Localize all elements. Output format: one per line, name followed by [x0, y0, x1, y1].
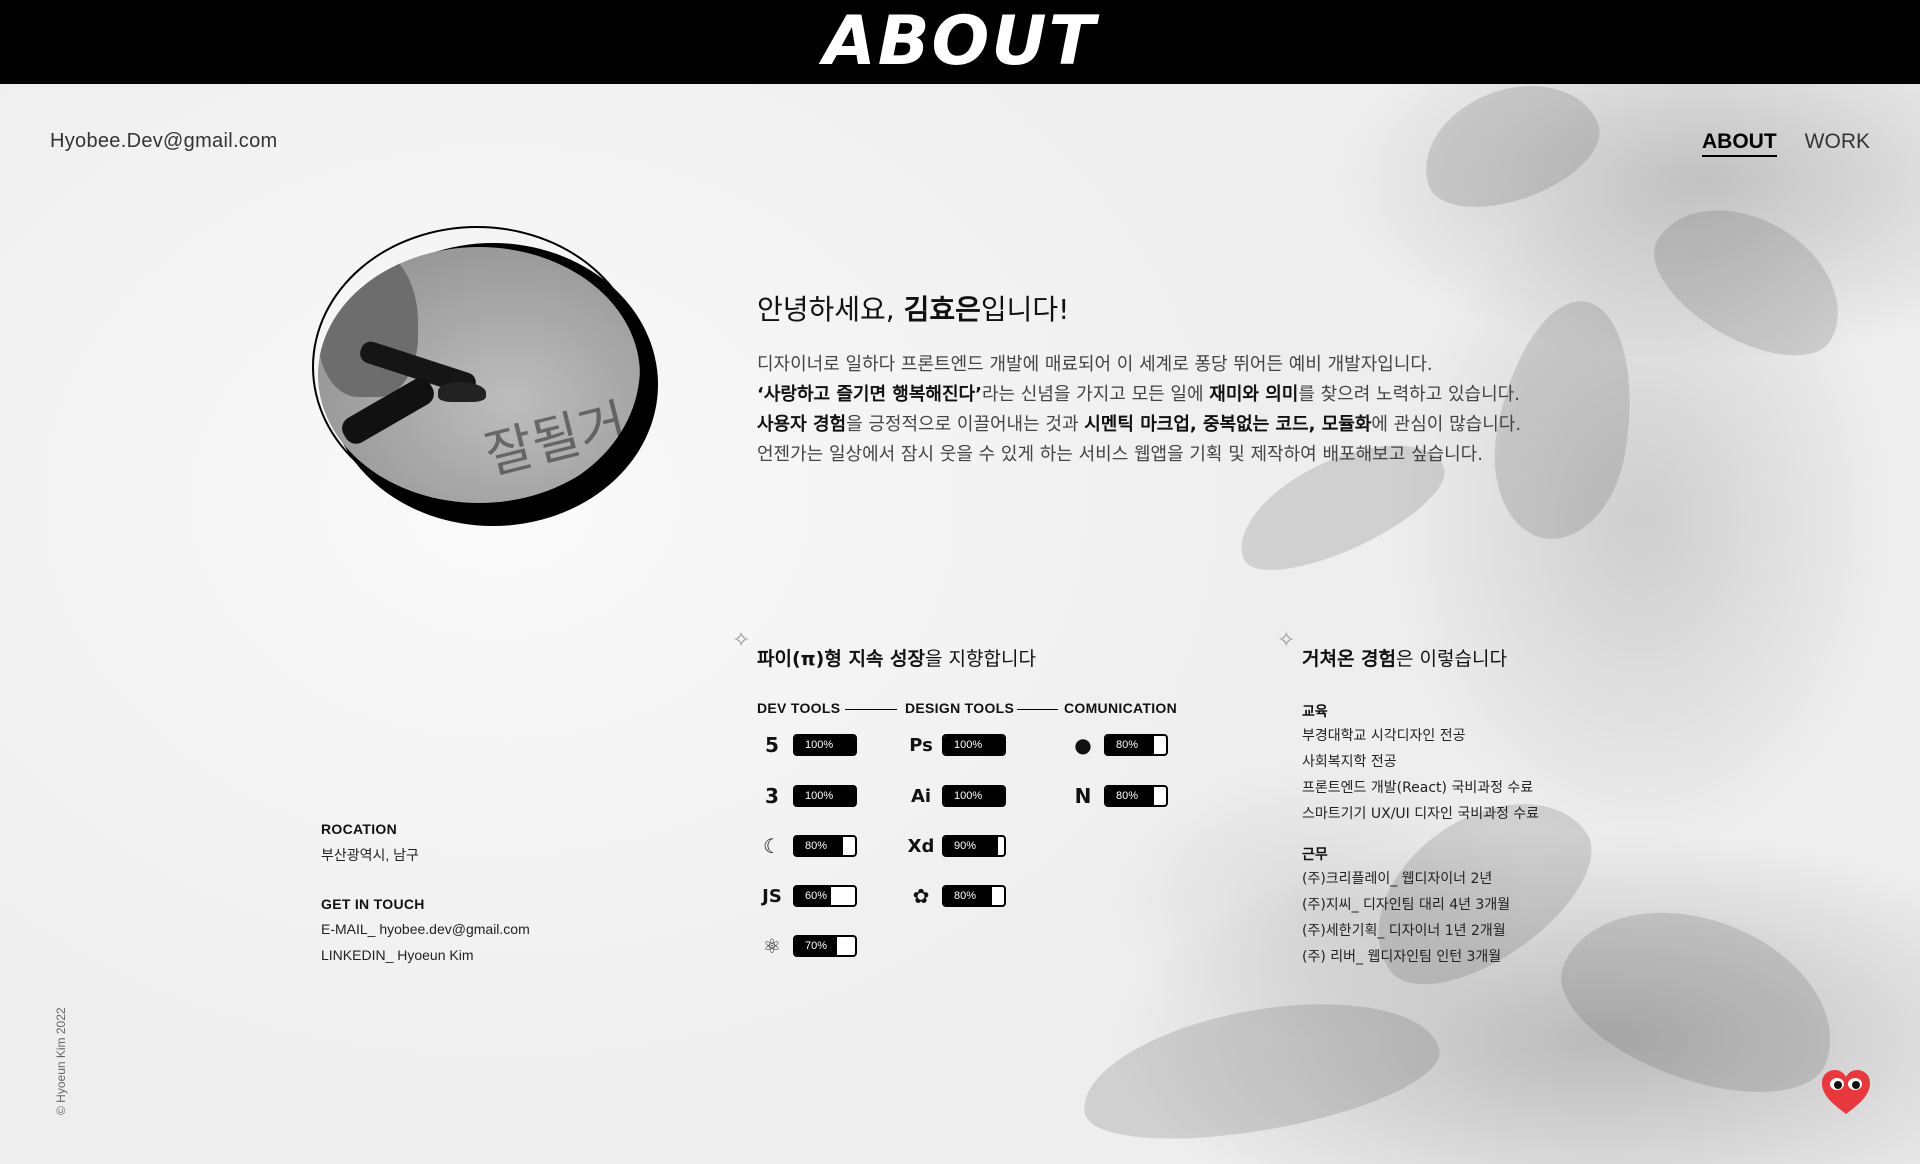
- skill-percent: 80%: [1116, 739, 1139, 751]
- skill-bar: 80%: [1104, 734, 1168, 756]
- css3-icon: 3: [765, 784, 779, 808]
- jquery-icon: ☾: [763, 834, 781, 858]
- skill-bar: 80%: [942, 885, 1006, 907]
- background-photo: [0, 0, 1920, 1164]
- skill-percent: 80%: [954, 890, 977, 902]
- skill-bar: 100%: [942, 734, 1006, 756]
- skill-item: N 80%: [1068, 783, 1168, 809]
- skill-percent: 80%: [1116, 790, 1139, 802]
- skill-item: ☾ 80%: [757, 833, 857, 859]
- linkedin-link[interactable]: LINKEDIN_ Hyoeun Kim: [321, 947, 474, 963]
- intro-text: 디자이너로 일하다 프론트엔드 개발에 매료되어 이 세계로 퐁당 뛰어든 예비…: [757, 350, 1521, 470]
- skill-bar: 60%: [793, 885, 857, 907]
- work-item: (주)세한기획_ 디자이너 1년 2개월: [1302, 923, 1506, 939]
- sparkle-icon: ✧: [1277, 628, 1296, 653]
- work-label: 근무: [1302, 847, 1328, 863]
- skill-percent: 100%: [954, 790, 983, 802]
- nav-work[interactable]: WORK: [1805, 130, 1870, 157]
- xd-icon: Xd: [907, 835, 935, 857]
- skill-percent: 70%: [805, 940, 828, 952]
- skill-percent: 100%: [954, 739, 983, 751]
- photo-ring: [312, 226, 642, 508]
- figma-icon: ✿: [912, 884, 930, 908]
- html5-icon: 5: [765, 733, 779, 757]
- divider: [1017, 709, 1058, 710]
- dev-tools-heading: DEV TOOLS: [757, 700, 841, 716]
- location-label: ROCATION: [321, 821, 398, 837]
- intro-line: ‘사랑하고 즐기면 행복해진다’라는 신념을 가지고 모든 일에 재미와 의미를…: [757, 384, 1520, 405]
- javascript-icon: JS: [762, 885, 782, 907]
- skill-percent: 100%: [805, 790, 834, 802]
- get-in-touch-label: GET IN TOUCH: [321, 896, 425, 912]
- skill-item: ⚛ 70%: [757, 933, 857, 959]
- education-item: 부경대학교 시각디자인 전공: [1302, 728, 1466, 744]
- skill-item: JS 60%: [757, 883, 857, 909]
- top-banner: ABOUT: [0, 0, 1920, 84]
- skill-bar: 100%: [942, 785, 1006, 807]
- leaf-shadow: [1072, 979, 1448, 1161]
- skill-bar: 80%: [793, 835, 857, 857]
- skill-percent: 100%: [805, 739, 834, 751]
- education-item: 사회복지학 전공: [1302, 754, 1397, 770]
- location-value: 부산광역시, 남구: [321, 847, 419, 863]
- skill-percent: 90%: [954, 840, 977, 852]
- copyright: © Hyoeun Kim 2022: [54, 1007, 68, 1115]
- skill-bar: 100%: [793, 785, 857, 807]
- skill-item: Ai 100%: [906, 783, 1006, 809]
- illustrator-icon: Ai: [910, 785, 932, 807]
- skill-bar: 100%: [793, 734, 857, 756]
- skill-item: Xd 90%: [906, 833, 1006, 859]
- skill-item: 5 100%: [757, 732, 857, 758]
- education-item: 스마트기기 UX/UI 디자인 국비과정 수료: [1302, 806, 1540, 822]
- header-email[interactable]: Hyobee.Dev@gmail.com: [50, 130, 278, 153]
- profile-photo: 잘될거: [312, 223, 660, 528]
- experience-heading: 거쳐온 경험은 이렇습니다: [1302, 648, 1507, 670]
- skill-bar: 80%: [1104, 785, 1168, 807]
- github-icon: ●: [1074, 733, 1092, 757]
- greeting: 안녕하세요, 김효은입니다!: [757, 293, 1070, 326]
- work-item: (주)크리플레이_ 웹디자이너 2년: [1302, 871, 1493, 887]
- skill-percent: 80%: [805, 840, 828, 852]
- notion-icon: N: [1074, 784, 1092, 808]
- intro-line: 언젠가는 일상에서 잠시 웃을 수 있게 하는 서비스 웹앱을 기획 및 제작하…: [757, 444, 1483, 465]
- nav-about[interactable]: ABOUT: [1702, 130, 1777, 157]
- work-item: (주)지씨_ 디자인팀 대리 4년 3개월: [1302, 897, 1511, 913]
- react-icon: ⚛: [763, 934, 781, 958]
- education-label: 교육: [1302, 704, 1328, 720]
- skills-heading: 파이(π)형 지속 성장을 지향합니다: [757, 648, 1036, 670]
- photoshop-icon: Ps: [909, 734, 933, 756]
- leaf-shadow: [1541, 876, 1859, 1124]
- communication-heading: COMUNICATION: [1064, 700, 1177, 716]
- contact-email-link[interactable]: E-MAIL_ hyobee.dev@gmail.com: [321, 921, 530, 937]
- leaf-shadow: [1406, 62, 1614, 228]
- mascot-icon[interactable]: [1820, 1068, 1872, 1116]
- divider: [845, 709, 897, 710]
- leaf-shadow: [1633, 178, 1867, 382]
- education-item: 프론트엔드 개발(React) 국비과정 수료: [1302, 780, 1534, 796]
- page-title: ABOUT: [823, 2, 1097, 81]
- skill-bar: 90%: [942, 835, 1006, 857]
- skill-bar: 70%: [793, 935, 857, 957]
- intro-line: 디자이너로 일하다 프론트엔드 개발에 매료되어 이 세계로 퐁당 뛰어든 예비…: [757, 354, 1433, 375]
- sparkle-icon: ✧: [732, 628, 751, 653]
- skill-item: Ps 100%: [906, 732, 1006, 758]
- skill-item: ✿ 80%: [906, 883, 1006, 909]
- design-tools-heading: DESIGN TOOLS: [905, 700, 1015, 716]
- main-nav: ABOUT WORK: [1702, 130, 1870, 157]
- intro-line: 사용자 경험을 긍정적으로 이끌어내는 것과 시멘틱 마크업, 중복없는 코드,…: [757, 414, 1522, 435]
- skill-item: 3 100%: [757, 783, 857, 809]
- skill-item: ● 80%: [1068, 732, 1168, 758]
- work-item: (주) 리버_ 웹디자인팀 인턴 3개월: [1302, 949, 1502, 965]
- skill-percent: 60%: [805, 890, 828, 902]
